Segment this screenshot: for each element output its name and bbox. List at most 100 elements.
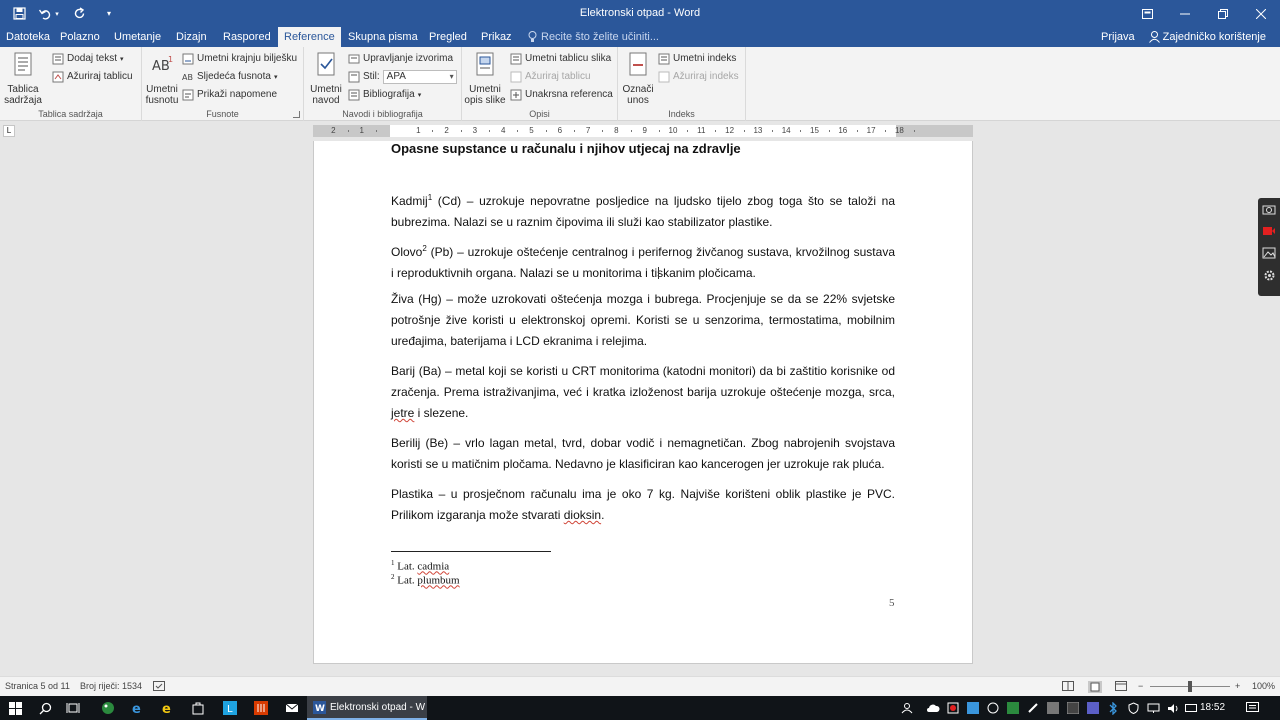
proofing-status-button[interactable] — [153, 681, 165, 693]
show-notes-button[interactable]: Prikaži napomene — [182, 86, 277, 103]
settings-button[interactable] — [1258, 264, 1280, 286]
taskbar-app-red[interactable] — [249, 696, 273, 720]
camera-button[interactable] — [1258, 198, 1280, 220]
print-layout-button[interactable] — [1088, 681, 1102, 695]
tray-onedrive[interactable] — [924, 696, 942, 720]
taskbar-app-1[interactable] — [96, 696, 120, 720]
tab-prikaz[interactable]: Prikaz — [475, 27, 518, 47]
share-button[interactable]: Zajedničko korištenje — [1148, 31, 1266, 43]
insert-footnote-button[interactable]: AB 1 Umetni fusnotu — [142, 51, 182, 106]
word-app-icon: W — [313, 700, 326, 714]
tray-app-gray[interactable] — [1044, 696, 1062, 720]
tray-app-pen[interactable] — [1024, 696, 1042, 720]
tab-polazno[interactable]: Polazno — [54, 27, 106, 47]
insert-table-of-figures-button[interactable]: Umetni tablicu slika — [510, 50, 611, 67]
record-button[interactable] — [1258, 220, 1280, 242]
ruler-tick — [800, 130, 802, 132]
tell-me-box[interactable]: Recite što želite učiniti... — [528, 27, 659, 47]
taskbar-store[interactable] — [186, 696, 210, 720]
tray-app-green[interactable] — [1004, 696, 1022, 720]
zoom-out-button[interactable]: − — [1138, 681, 1143, 691]
tab-skupna-pisma[interactable]: Skupna pisma — [342, 27, 424, 47]
tray-input-lang[interactable] — [1182, 696, 1200, 720]
tray-app-dark[interactable] — [1064, 696, 1082, 720]
taskbar-mail[interactable] — [280, 696, 304, 720]
tray-people[interactable] — [898, 696, 916, 720]
citation-icon — [317, 52, 335, 76]
read-mode-button[interactable] — [1062, 681, 1074, 693]
taskbar-edge[interactable]: e — [126, 696, 150, 720]
add-text-button[interactable]: Dodaj tekst ▾ — [52, 50, 124, 67]
system-clock[interactable]: 18:52 — [1200, 702, 1225, 713]
bibliography-button[interactable]: Bibliografija ▾ — [348, 86, 421, 103]
task-view-button[interactable] — [60, 696, 86, 720]
table-of-contents-icon — [14, 52, 32, 76]
page-count-status[interactable]: Stranica 5 od 11 — [5, 681, 70, 691]
tray-app-round[interactable] — [984, 696, 1002, 720]
tab-selector[interactable]: L — [3, 125, 15, 137]
horizontal-ruler[interactable]: 2 1 1 2 3 4 5 6 7 8 9 10 11 12 13 14 15 16 17 18 — [313, 125, 973, 137]
footnotes-dialog-launcher[interactable] — [293, 111, 300, 118]
web-layout-button[interactable] — [1115, 681, 1127, 693]
update-figures-table-button[interactable]: Ažuriraj tablicu — [510, 68, 591, 85]
footnote-1: 1 Lat. cadmia — [391, 559, 449, 573]
search-button[interactable] — [32, 696, 58, 720]
taskbar-ie[interactable]: e — [156, 696, 180, 720]
mark-entry-label: Označi unos — [622, 84, 654, 106]
tab-dizajn[interactable]: Dizajn — [170, 27, 213, 47]
insert-citation-button[interactable]: Umetni navod — [306, 51, 346, 106]
tray-bluetooth[interactable] — [1104, 696, 1122, 720]
green-app-icon — [1007, 702, 1019, 714]
bibliography-label: Bibliografija — [363, 89, 415, 100]
misspelled-word[interactable]: dioksin — [564, 508, 601, 522]
next-footnote-button[interactable]: AB Sljedeća fusnota ▾ — [182, 68, 277, 85]
insert-index-button[interactable]: Umetni indeks — [658, 50, 736, 67]
cross-reference-button[interactable]: Unakrsna referenca — [510, 86, 613, 103]
mark-entry-button[interactable]: Označi unos — [620, 51, 656, 106]
insert-caption-button[interactable]: Umetni opis slike — [462, 51, 508, 106]
update-table-button[interactable]: Ažuriraj tablicu — [52, 68, 133, 85]
start-button[interactable] — [0, 696, 30, 720]
toc-button[interactable]: Tablica sadržaja — [2, 51, 44, 106]
misspelled-word[interactable]: jetre — [391, 406, 414, 420]
update-index-button[interactable]: Ažuriraj indeks — [658, 68, 739, 85]
tray-app-blue[interactable] — [964, 696, 982, 720]
ribbon-display-options-button[interactable] — [1128, 0, 1166, 27]
zoom-level[interactable]: 100% — [1252, 681, 1275, 691]
paragraph-text: (Cd) – uzrokuje nepovratne posljedice na… — [391, 194, 895, 229]
action-center-button[interactable] — [1240, 696, 1264, 720]
footnote-number: 2 — [391, 573, 395, 581]
word-count-status[interactable]: Broj riječi: 1534 — [80, 681, 142, 691]
tray-volume[interactable] — [1164, 696, 1182, 720]
misspelled-word[interactable]: cadmia — [417, 561, 449, 573]
tray-security[interactable] — [1124, 696, 1142, 720]
signin-link[interactable]: Prijava — [1101, 31, 1135, 43]
style-selector[interactable]: Stil: APA — [348, 68, 457, 85]
tray-record[interactable] — [944, 696, 962, 720]
tab-pregled[interactable]: Pregled — [423, 27, 473, 47]
tab-raspored[interactable]: Raspored — [217, 27, 277, 47]
zoom-slider-thumb[interactable] — [1188, 681, 1192, 692]
tray-app-teams[interactable] — [1084, 696, 1102, 720]
taskbar-word-window[interactable]: W Elektronski otpad - W — [307, 696, 427, 720]
taskbar-app-l[interactable]: L — [218, 696, 242, 720]
paragraph-text: (Be) – vrlo lagan metal, tvrd, dobar vod… — [391, 436, 895, 471]
tab-umetanje[interactable]: Umetanje — [108, 27, 167, 47]
windows-logo-icon — [8, 701, 22, 715]
paragraph-plastic: Plastika – u prosječnom računalu ima je … — [391, 484, 895, 526]
tray-network[interactable] — [1144, 696, 1162, 720]
gallery-button[interactable] — [1258, 242, 1280, 264]
minimize-button[interactable] — [1166, 0, 1204, 27]
misspelled-word[interactable]: plumbum — [417, 575, 459, 587]
close-button[interactable] — [1242, 0, 1280, 27]
tab-reference[interactable]: Reference — [278, 27, 341, 47]
footnote-prefix: Lat. — [397, 560, 418, 573]
manage-sources-button[interactable]: Upravljanje izvorima — [348, 50, 453, 67]
document-page[interactable]: Opasne supstance u računalu i njihov utj… — [313, 141, 973, 664]
style-dropdown[interactable]: APA — [382, 69, 457, 84]
zoom-in-button[interactable]: + — [1235, 681, 1240, 691]
restore-button[interactable] — [1204, 0, 1242, 27]
insert-endnote-button[interactable]: Umetni krajnju bilješku — [182, 50, 297, 67]
tab-datoteka[interactable]: Datoteka — [0, 27, 56, 47]
add-text-icon — [52, 53, 64, 64]
